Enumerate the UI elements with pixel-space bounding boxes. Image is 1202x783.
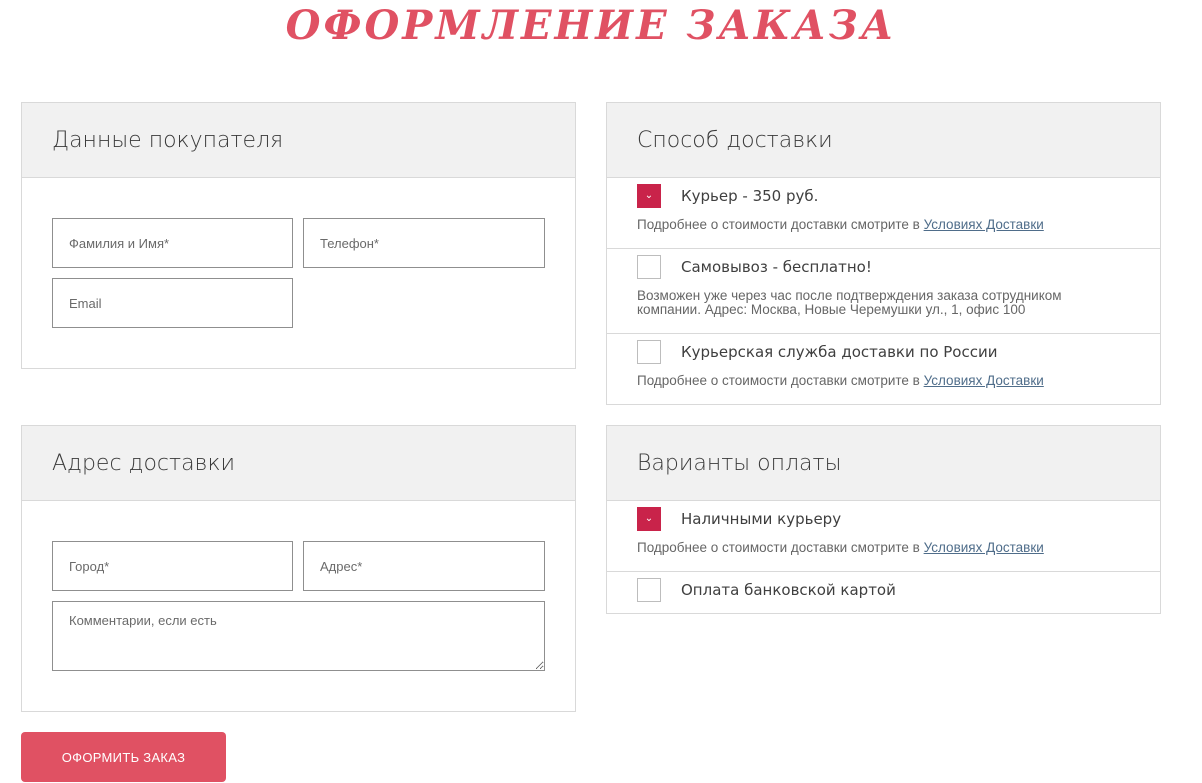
place-order-button[interactable]: ОФОРМИТЬ ЗАКАЗ	[21, 732, 226, 782]
delivery-panel-header: Способ доставки	[607, 103, 1160, 178]
cash-note-text: Подробнее о стоимости доставки смотрите …	[637, 540, 924, 555]
payment-option-cash[interactable]: ⌄ Наличными курьеру Подробнее о стоимост…	[607, 501, 1160, 572]
courier-note-text: Подробнее о стоимости доставки смотрите …	[637, 217, 924, 232]
russia-label: Курьерская служба доставки по России	[681, 343, 998, 361]
courier-terms-link[interactable]: Условиях Доставки	[924, 217, 1044, 232]
payment-option-card[interactable]: Оплата банковской картой	[607, 572, 1160, 613]
payment-panel-title: Варианты оплаты	[637, 450, 842, 476]
delivery-panel: Способ доставки ⌄ Курьер - 350 руб. Подр…	[606, 102, 1161, 405]
page-title: ОФОРМЛЕНИЕ ЗАКАЗА	[285, 2, 897, 49]
courier-label: Курьер - 350 руб.	[681, 187, 819, 205]
buyer-panel-title: Данные покупателя	[52, 127, 284, 153]
delivery-option-pickup[interactable]: Самовывоз - бесплатно! Возможен уже чере…	[607, 249, 1160, 334]
cash-checkbox[interactable]: ⌄	[637, 507, 661, 531]
card-label: Оплата банковской картой	[681, 581, 896, 599]
email-input[interactable]	[52, 278, 293, 328]
delivery-panel-title: Способ доставки	[637, 127, 833, 153]
address-input[interactable]	[303, 541, 545, 591]
card-checkbox[interactable]	[637, 578, 661, 602]
russia-terms-link[interactable]: Условиях Доставки	[924, 373, 1044, 388]
check-icon: ⌄	[644, 513, 654, 524]
russia-checkbox[interactable]	[637, 340, 661, 364]
delivery-option-russia[interactable]: Курьерская служба доставки по России Под…	[607, 334, 1160, 404]
courier-checkbox[interactable]: ⌄	[637, 184, 661, 208]
cash-label: Наличными курьеру	[681, 510, 842, 528]
pickup-label: Самовывоз - бесплатно!	[681, 258, 872, 276]
check-icon: ⌄	[644, 190, 654, 201]
address-panel-title: Адрес доставки	[52, 450, 235, 476]
comment-textarea[interactable]	[52, 601, 545, 671]
delivery-option-courier[interactable]: ⌄ Курьер - 350 руб. Подробнее о стоимост…	[607, 178, 1160, 249]
courier-note: Подробнее о стоимости доставки смотрите …	[607, 218, 1160, 232]
name-input[interactable]	[52, 218, 293, 268]
city-input[interactable]	[52, 541, 293, 591]
russia-note: Подробнее о стоимости доставки смотрите …	[607, 374, 1160, 388]
phone-input[interactable]	[303, 218, 545, 268]
pickup-checkbox[interactable]	[637, 255, 661, 279]
cash-note: Подробнее о стоимости доставки смотрите …	[607, 541, 1160, 555]
russia-note-text: Подробнее о стоимости доставки смотрите …	[637, 373, 924, 388]
address-panel-header: Адрес доставки	[22, 426, 575, 501]
buyer-panel-header: Данные покупателя	[22, 103, 575, 178]
cash-terms-link[interactable]: Условиях Доставки	[924, 540, 1044, 555]
address-panel: Адрес доставки	[21, 425, 576, 712]
pickup-note-line1: Возможен уже через час после подтвержден…	[637, 288, 1062, 303]
pickup-note: Возможен уже через час после подтвержден…	[607, 289, 1160, 317]
pickup-note-line2: компании. Адрес: Москва, Новые Черемушки…	[637, 302, 1026, 317]
buyer-panel: Данные покупателя	[21, 102, 576, 369]
payment-panel: Варианты оплаты ⌄ Наличными курьеру Подр…	[606, 425, 1161, 614]
payment-panel-header: Варианты оплаты	[607, 426, 1160, 501]
